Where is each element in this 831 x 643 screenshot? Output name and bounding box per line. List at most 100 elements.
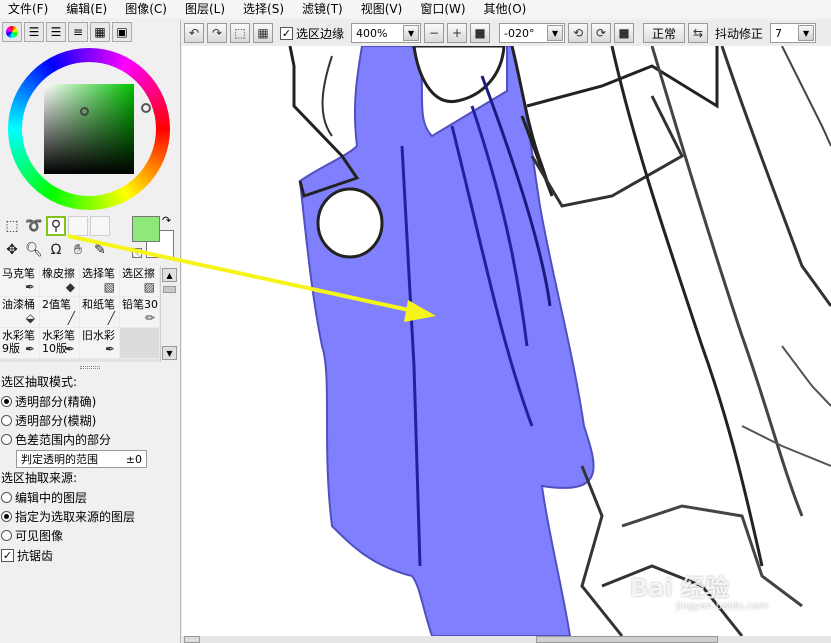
brush-marker[interactable]: 马克笔 ✒ — [0, 266, 40, 297]
menu-other[interactable]: 其他(O) — [484, 0, 527, 18]
canvas-horizontal-scrollbar[interactable] — [182, 636, 831, 643]
invert-selection-button[interactable]: ▦ — [253, 23, 273, 43]
brush-pencil[interactable]: 铅笔30 ✏ — [120, 297, 160, 328]
watercolor-icon: ✒ — [104, 342, 115, 356]
rotate-reset-button[interactable]: ■ — [614, 23, 635, 43]
radio-button[interactable] — [1, 415, 12, 426]
redo-button[interactable]: ↷ — [207, 23, 227, 43]
undo-button[interactable]: ↶ — [184, 23, 204, 43]
zoom-reset-button[interactable]: ■ — [470, 23, 491, 43]
rotate-right-button[interactable]: ⟳ — [591, 23, 612, 43]
drawing-canvas[interactable] — [182, 46, 831, 636]
menu-window[interactable]: 窗口(W) — [420, 0, 465, 18]
upper-white-shape — [412, 46, 506, 103]
brush-label: 油漆桶 — [2, 298, 35, 311]
radio-button[interactable] — [1, 492, 12, 503]
color-wheel[interactable] — [8, 48, 170, 210]
brush-label: 橡皮擦 — [42, 267, 75, 280]
slider-icon: ☰ — [50, 25, 62, 39]
source-option-visible-image[interactable]: 可见图像 — [0, 526, 180, 545]
brush-eraser[interactable]: 橡皮擦 ◆ — [40, 266, 80, 297]
radio-button[interactable] — [1, 511, 12, 522]
scroll-left-button[interactable] — [184, 636, 200, 643]
deselect-button[interactable]: ⬚ — [230, 23, 250, 43]
hsv-slider-tab[interactable]: ☰ — [46, 22, 66, 42]
option-label: 指定为选取来源的图层 — [15, 510, 136, 524]
select-edge-checkbox[interactable]: ✓ — [280, 26, 293, 40]
brush-scrollbar[interactable]: ▲ ▼ — [160, 266, 178, 362]
scroll-up-button[interactable]: ▲ — [162, 268, 177, 282]
hue-marker[interactable] — [141, 103, 151, 113]
empty-brush-slot[interactable] — [120, 328, 160, 359]
antialias-checkbox[interactable]: ✓ — [1, 549, 14, 562]
source-option-specified-layer[interactable]: 指定为选取来源的图层 — [0, 507, 180, 526]
panel-resize-grip[interactable] — [80, 366, 100, 369]
rotate-tool[interactable]: Ω — [46, 240, 66, 260]
option-label: 透明部分(模糊) — [15, 414, 97, 428]
blend-mode-button[interactable]: 正常 — [643, 23, 686, 43]
mode-option-precise[interactable]: 透明部分(精确) — [0, 392, 180, 411]
select-edge-toggle[interactable]: ✓ 选区边缘 — [280, 25, 344, 42]
rotate-left-button[interactable]: ⟲ — [568, 23, 589, 43]
brush-binary-pen[interactable]: 2值笔 ╱ — [40, 297, 80, 328]
hand-tool[interactable]: ✋︎ — [68, 240, 88, 260]
zoom-select[interactable]: 400% ▼ — [351, 23, 422, 43]
zoom-in-button[interactable]: + — [447, 23, 468, 43]
scratch-tab[interactable]: ▣ — [112, 22, 132, 42]
brush-washi[interactable]: 和纸笔 ╱ — [80, 297, 120, 328]
menu-file[interactable]: 文件(F) — [8, 0, 48, 18]
flip-button[interactable]: ⇆ — [688, 23, 709, 43]
lasso-icon: ➰ — [25, 218, 43, 234]
right-lineart-12 — [781, 345, 831, 407]
sv-marker[interactable] — [80, 107, 89, 116]
magic-wand-tool[interactable]: ⚲ — [46, 216, 66, 236]
range-label: 判定透明的范围 — [21, 453, 98, 466]
brush-bucket[interactable]: 油漆桶 ⬙ — [0, 297, 40, 328]
mode-option-fuzzy[interactable]: 透明部分(模糊) — [0, 411, 180, 430]
rect-select-tool[interactable]: ⬚ — [2, 216, 22, 236]
antialias-toggle[interactable]: ✓ 抗锯齿 — [0, 546, 180, 565]
mode-option-color-range[interactable]: 色差范围内的部分 — [0, 430, 180, 449]
color-tab-strip: ☰ ☰ ≡ ▦ ▣ — [0, 22, 132, 44]
stabilizer-select[interactable]: 7 ▼ — [770, 23, 817, 43]
saturation-value-square[interactable] — [44, 84, 134, 174]
transparency-range-slider[interactable]: 判定透明的范围 ±0 — [16, 450, 147, 468]
radio-button[interactable] — [1, 530, 12, 541]
menu-filter[interactable]: 滤镜(T) — [302, 0, 343, 18]
eraser-icon: ◆ — [65, 280, 75, 294]
pen-icon: ╱ — [67, 311, 75, 325]
brush-select-pen[interactable]: 选择笔 ▧ — [80, 266, 120, 297]
menu-select[interactable]: 选择(S) — [243, 0, 284, 18]
swap-colors-icon[interactable]: ↷ — [162, 214, 171, 227]
foreground-color-swatch[interactable] — [132, 216, 160, 242]
source-option-editing-layer[interactable]: 编辑中的图层 — [0, 488, 180, 507]
transparent-color-icon[interactable] — [132, 248, 142, 258]
scroll-thumb[interactable] — [163, 286, 176, 293]
menu-image[interactable]: 图像(C) — [125, 0, 167, 18]
right-lineart-4 — [610, 46, 764, 567]
brush-watercolor-10[interactable]: 水彩笔 10版 ✒ — [40, 328, 80, 359]
menu-view[interactable]: 视图(V) — [361, 0, 403, 18]
menu-layer[interactable]: 图层(L) — [185, 0, 225, 18]
radio-button[interactable] — [1, 396, 12, 407]
zoom-tool[interactable]: 🔍︎ — [24, 240, 44, 260]
brush-label: 马克笔 — [2, 267, 35, 280]
move-tool[interactable]: ✥ — [2, 240, 22, 260]
scroll-thumb[interactable] — [536, 636, 718, 643]
zoom-out-button[interactable]: − — [424, 23, 445, 43]
swatch-tab[interactable]: ▦ — [90, 22, 110, 42]
radio-button[interactable] — [1, 434, 12, 445]
palette-tab[interactable]: ≡ — [68, 22, 88, 42]
eyedropper-tool[interactable]: ✎ — [90, 240, 110, 260]
color-wheel-tab[interactable] — [2, 22, 22, 42]
rotation-select[interactable]: -020° ▼ — [499, 23, 566, 43]
brush-watercolor-9[interactable]: 水彩笔 9版 ✒ — [0, 328, 40, 359]
lasso-tool[interactable]: ➰ — [24, 216, 44, 236]
rgb-slider-tab[interactable]: ☰ — [24, 22, 44, 42]
brush-select-eraser[interactable]: 选区擦 ▨ — [120, 266, 160, 297]
brush-old-watercolor[interactable]: 旧水彩 ✒ — [80, 328, 120, 359]
scroll-down-button[interactable]: ▼ — [162, 346, 177, 360]
deselect-icon: ⬚ — [234, 26, 246, 40]
flip-icon: ⇆ — [693, 26, 704, 40]
menu-edit[interactable]: 编辑(E) — [66, 0, 107, 18]
